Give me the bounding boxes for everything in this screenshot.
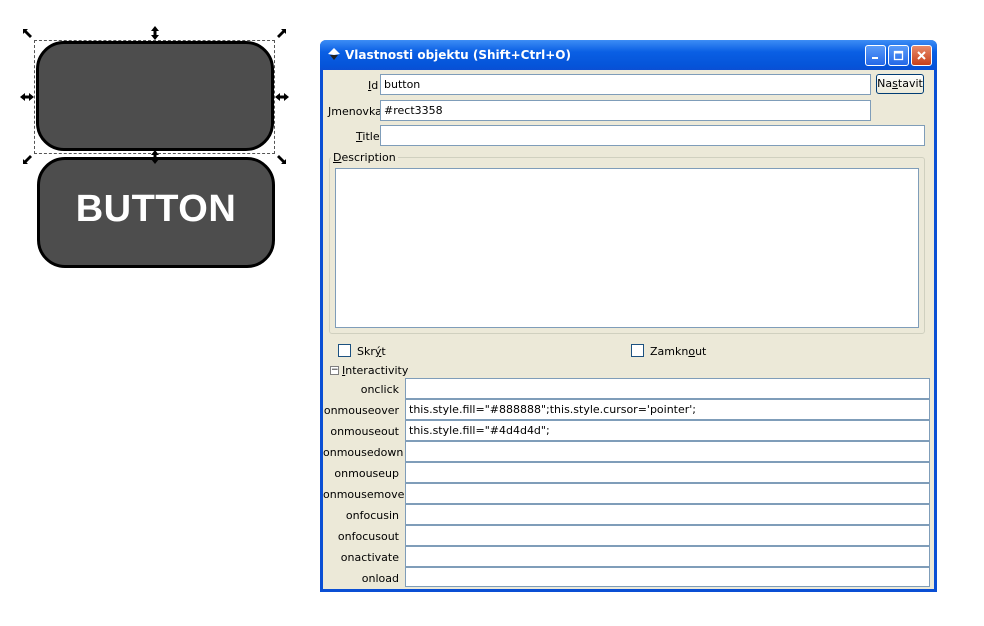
event-input-onactivate[interactable] [405, 546, 930, 567]
object-properties-dialog: Vlastnosti objektu (Shift+Ctrl+O) Id but… [320, 40, 937, 592]
description-label: Description [331, 151, 398, 164]
resize-sw-arrow-icon[interactable] [21, 152, 35, 166]
title-label: Title [356, 130, 380, 143]
description-textarea[interactable] [335, 168, 919, 328]
event-input-onclick[interactable] [405, 378, 930, 399]
close-button[interactable] [911, 45, 932, 66]
hide-checkbox[interactable] [338, 344, 351, 357]
event-input-onfocusin[interactable] [405, 504, 930, 525]
event-input-onload[interactable] [405, 567, 930, 587]
interactivity-label[interactable]: Interactivity [342, 364, 408, 377]
resize-ne-arrow-icon[interactable] [274, 27, 288, 41]
lock-checkbox[interactable] [631, 344, 644, 357]
event-input-onmousedown[interactable] [405, 441, 930, 462]
collapse-icon[interactable]: − [330, 366, 339, 375]
event-label-onload: onload [361, 572, 399, 585]
canvas[interactable]: BUTTON [0, 0, 310, 300]
maximize-button[interactable] [888, 45, 909, 66]
inkscape-logo-icon [328, 48, 340, 60]
resize-nw-arrow-icon[interactable] [21, 27, 35, 41]
label-input[interactable]: #rect3358 [380, 100, 871, 121]
title-input[interactable] [380, 125, 925, 146]
event-label-onactivate: onactivate [340, 551, 399, 564]
id-input[interactable]: button [380, 74, 871, 95]
event-label-onclick: onclick [360, 383, 399, 396]
event-label-onmousemove: onmousemove [323, 488, 405, 501]
resize-se-arrow-icon[interactable] [274, 152, 288, 166]
event-label-onfocusin: onfocusin [345, 509, 399, 522]
event-label-onmouseover: onmouseover [323, 404, 399, 417]
lock-label[interactable]: Zamknout [650, 345, 706, 358]
maximize-icon [893, 50, 904, 61]
event-input-onmouseover[interactable]: this.style.fill="#888888";this.style.cur… [405, 399, 930, 420]
button-text[interactable]: BUTTON [76, 188, 237, 231]
event-input-onfocusout[interactable] [405, 525, 930, 546]
resize-e-arrow-icon[interactable] [275, 90, 289, 104]
event-label-onmouseup: onmouseup [334, 467, 399, 480]
set-button[interactable]: Nastavit [876, 74, 924, 94]
selection-bounding-box [34, 40, 275, 154]
event-label-onmousedown: onmousedown [323, 446, 404, 459]
dialog-titlebar[interactable]: Vlastnosti objektu (Shift+Ctrl+O) [320, 40, 937, 70]
minimize-button[interactable] [865, 45, 886, 66]
hide-label[interactable]: Skrýt [357, 345, 386, 358]
close-icon [917, 51, 926, 60]
event-label-onmouseout: onmouseout [330, 425, 399, 438]
event-label-onfocusout: onfocusout [337, 530, 399, 543]
dialog-title: Vlastnosti objektu (Shift+Ctrl+O) [345, 48, 571, 62]
resize-s-arrow-icon[interactable] [148, 150, 162, 164]
resize-w-arrow-icon[interactable] [20, 90, 34, 104]
button-rounded-rect[interactable]: BUTTON [37, 157, 275, 268]
event-input-onmousemove[interactable] [405, 483, 930, 504]
event-input-onmouseup[interactable] [405, 462, 930, 483]
id-label: Id [368, 79, 379, 92]
minimize-icon [872, 57, 878, 59]
resize-n-arrow-icon[interactable] [148, 26, 162, 40]
label-label: Jmenovka [328, 105, 382, 118]
event-input-onmouseout[interactable]: this.style.fill="#4d4d4d"; [405, 420, 930, 441]
